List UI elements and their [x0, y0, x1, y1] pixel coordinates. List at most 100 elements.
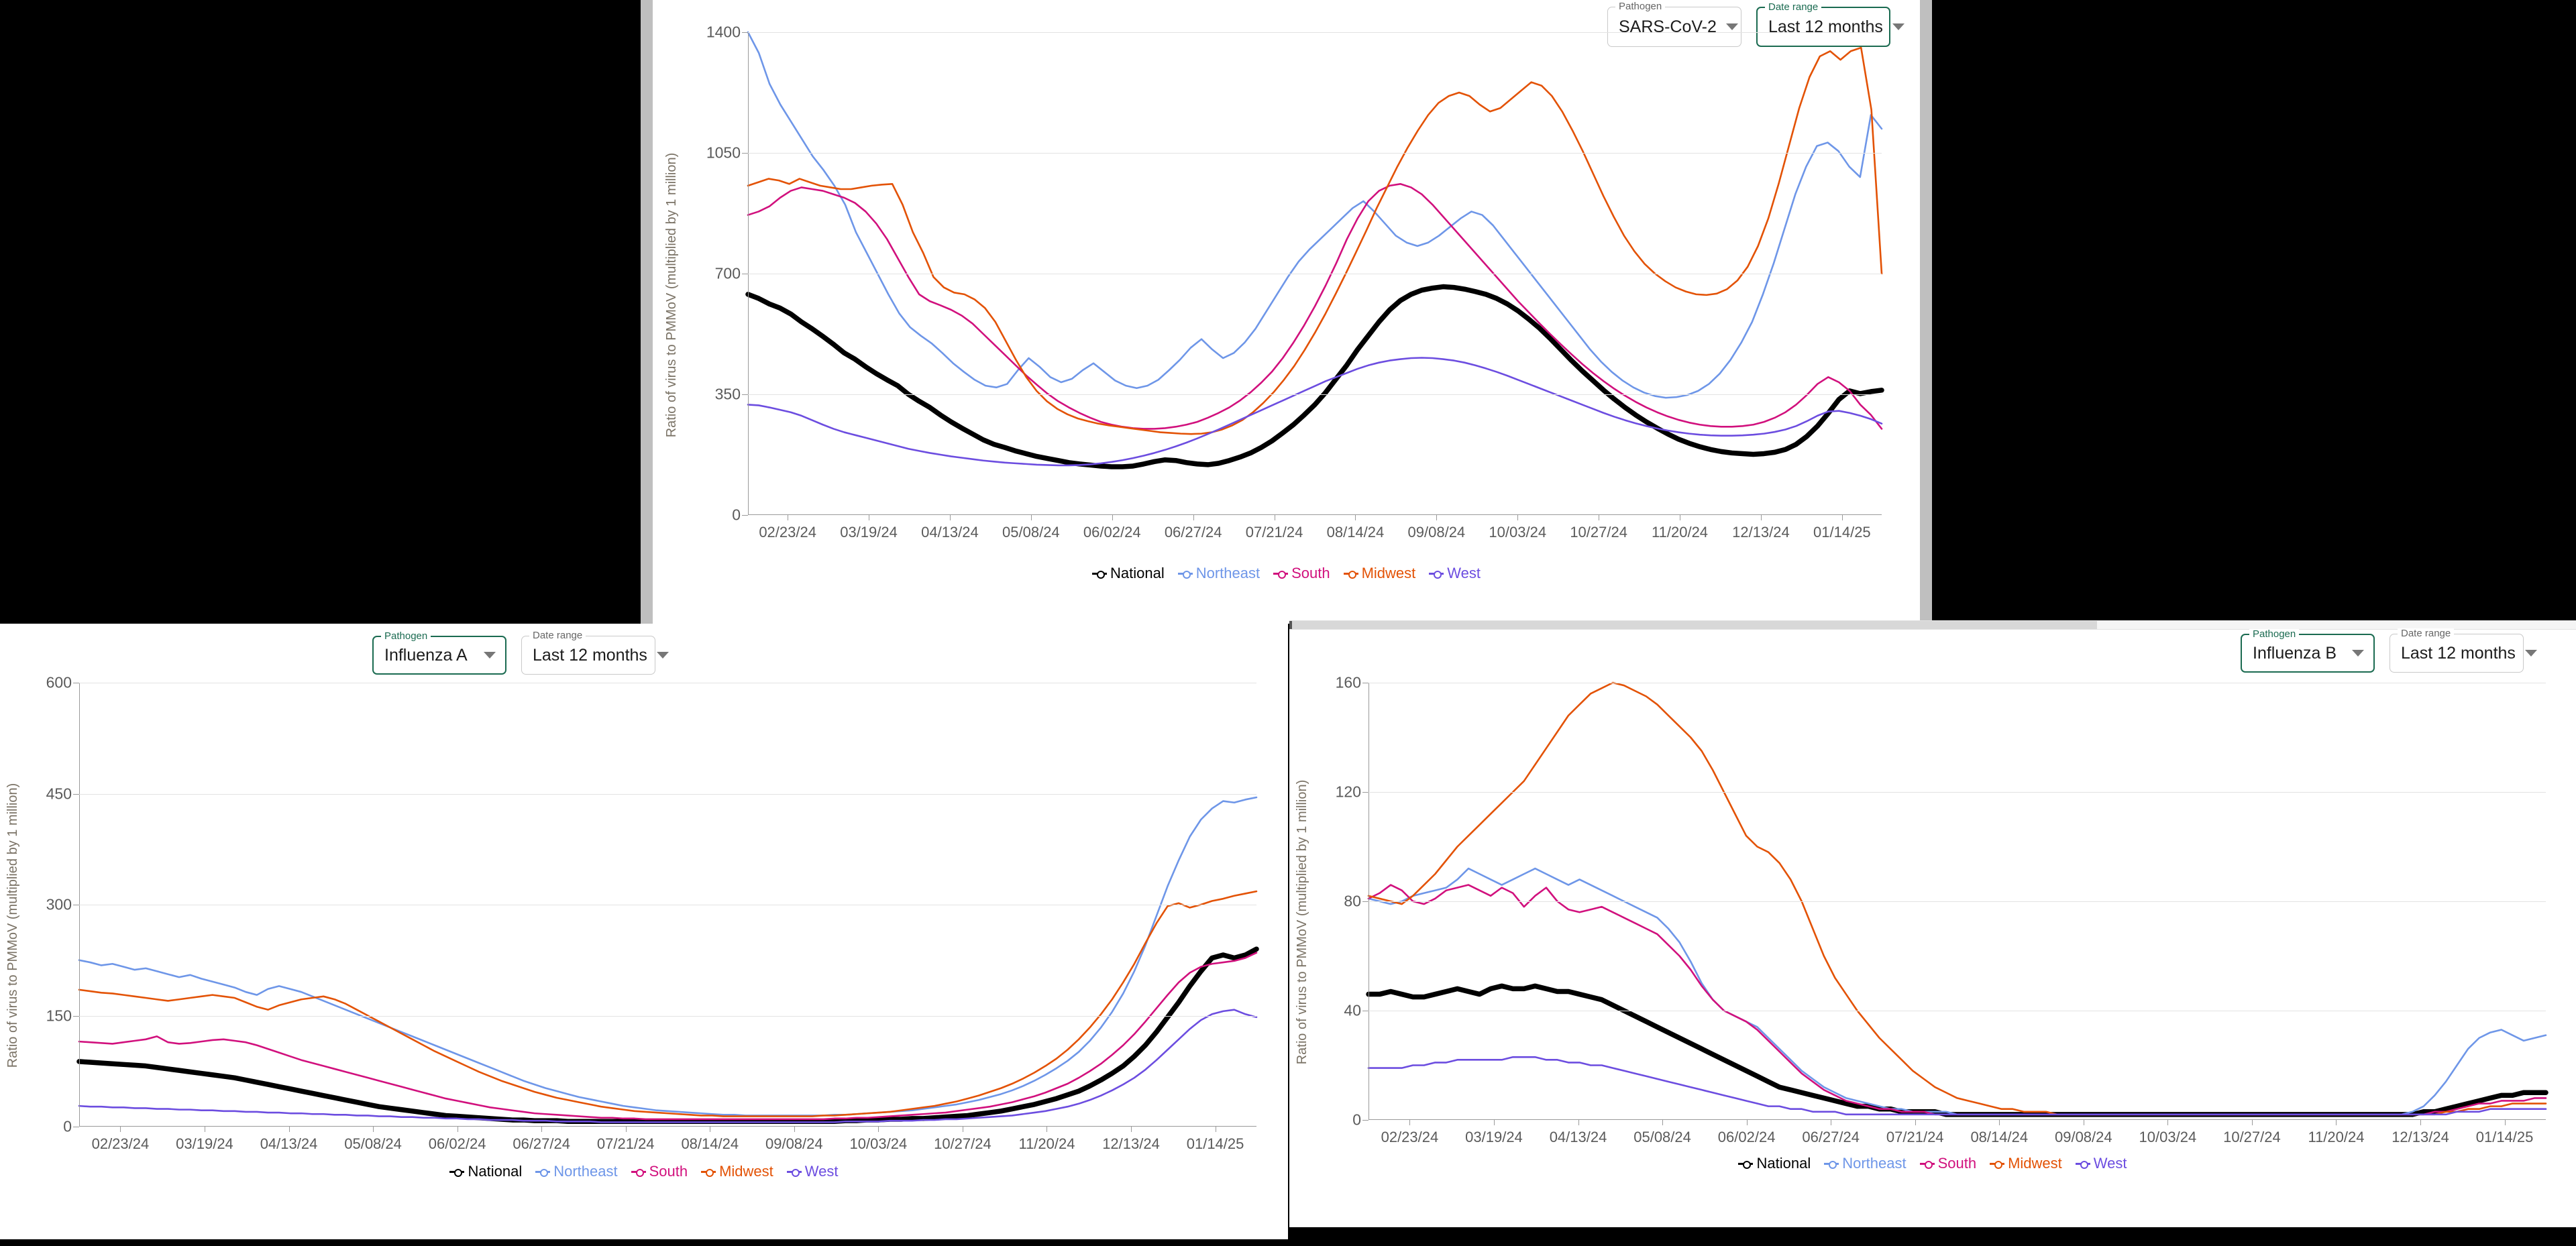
x-axis-tick-mark	[1046, 1127, 1048, 1132]
x-axis-tick-label: 12/13/24	[1732, 524, 1790, 541]
series-line-midwest	[747, 46, 1883, 435]
legend-item-label: West	[2093, 1155, 2127, 1172]
legend-item-northeast[interactable]: Northeast	[535, 1163, 618, 1180]
x-axis-tick-mark	[1915, 1120, 1916, 1125]
pathogen-select-value-flua: Influenza A	[384, 645, 468, 665]
panel-flub-horizontal-scrollbar[interactable]	[1289, 620, 2576, 630]
x-axis-tick-label: 06/02/24	[428, 1135, 486, 1152]
x-axis-tick-label: 08/14/24	[1970, 1129, 2029, 1145]
legend-item-south[interactable]: South	[1919, 1155, 1976, 1172]
date-range-select-flua[interactable]: Date range Last 12 months	[521, 630, 669, 675]
legend-item-national[interactable]: National	[449, 1163, 522, 1180]
x-axis-tick-label: 06/02/24	[1083, 524, 1141, 541]
legend-marker-icon	[1343, 569, 1358, 579]
legend-marker-icon	[449, 1168, 465, 1177]
y-axis-tick-label: 600	[46, 673, 72, 691]
gridline	[79, 793, 1256, 795]
legend-item-west[interactable]: West	[2075, 1155, 2127, 1172]
panel-sars-left-scrollbar[interactable]	[641, 0, 653, 624]
legend-item-south[interactable]: South	[631, 1163, 688, 1180]
x-axis-tick-label: 01/14/25	[1186, 1135, 1244, 1152]
x-axis-tick-mark	[1355, 515, 1356, 520]
x-axis-tick-mark	[1578, 1120, 1579, 1125]
y-axis-tick-label: 450	[46, 785, 72, 802]
panel-flub-controls: Pathogen Influenza B Date range Last 12 …	[2241, 628, 2537, 673]
x-axis-tick-label: 09/08/24	[2054, 1129, 2112, 1145]
series-line-west	[1367, 1056, 2547, 1116]
legend-item-label: Northeast	[1842, 1155, 1907, 1172]
y-axis-tick-label: 0	[732, 506, 741, 524]
x-axis-tick-label: 04/13/24	[1549, 1129, 1607, 1145]
series-line-south	[1367, 884, 2547, 1116]
y-axis-tick-mark	[73, 793, 79, 795]
legend-marker-icon	[1429, 569, 1444, 579]
x-axis-tick-mark	[373, 1127, 374, 1132]
chart-legend-sars: National Northeast South Midwest West	[641, 565, 1932, 582]
date-range-select-value-flua: Last 12 months	[533, 645, 647, 665]
panel-flub-scroll-thumb[interactable]	[1292, 621, 2097, 629]
legend-item-midwest[interactable]: Midwest	[701, 1163, 773, 1180]
panel-sars-cov-2: Pathogen SARS-CoV-2 Date range Last 12 m…	[641, 0, 1932, 624]
legend-item-west[interactable]: West	[1429, 565, 1481, 582]
x-axis-tick-label: 10/03/24	[849, 1135, 908, 1152]
legend-item-label: Midwest	[719, 1163, 773, 1180]
legend-item-northeast[interactable]: Northeast	[1824, 1155, 1907, 1172]
x-axis-tick-label: 10/03/24	[1489, 524, 1547, 541]
x-axis-tick-mark	[2251, 1120, 2253, 1125]
legend-item-south[interactable]: South	[1273, 565, 1330, 582]
y-axis-tick-mark	[742, 515, 748, 516]
series-line-west	[78, 1009, 1258, 1123]
legend-item-midwest[interactable]: Midwest	[1343, 565, 1415, 582]
chart-influenza-b: Ratio of virus to PMMoV (multiplied by 1…	[1295, 673, 2569, 1167]
x-axis-tick-mark	[2504, 1120, 2506, 1125]
gridline	[748, 32, 1882, 33]
x-axis-tick-label: 10/03/24	[2139, 1129, 2197, 1145]
legend-item-label: National	[1110, 565, 1165, 581]
date-range-select-flub[interactable]: Date range Last 12 months	[2390, 628, 2537, 673]
y-axis-tick-label: 40	[1344, 1001, 1361, 1019]
x-axis-tick-mark	[1746, 1120, 1748, 1125]
x-axis-tick-label: 12/13/24	[1102, 1135, 1160, 1152]
legend-item-national[interactable]: National	[1091, 565, 1165, 582]
x-axis-tick-label: 03/19/24	[176, 1135, 233, 1152]
legend-item-midwest[interactable]: Midwest	[1990, 1155, 2062, 1172]
x-axis-tick-label: 05/08/24	[344, 1135, 402, 1152]
pathogen-select-flub[interactable]: Pathogen Influenza B	[2241, 629, 2375, 673]
y-axis-tick-label: 80	[1344, 892, 1361, 910]
legend-item-national[interactable]: National	[1738, 1155, 1811, 1172]
chevron-down-icon	[2352, 650, 2364, 657]
date-range-select-label-sars: Date range	[1765, 2, 1822, 12]
x-axis-tick-label: 07/21/24	[1886, 1129, 1944, 1145]
y-axis-tick-mark	[742, 32, 748, 33]
y-axis-tick-label: 150	[46, 1007, 72, 1024]
x-axis-tick-label: 01/14/25	[2475, 1129, 2534, 1145]
gridline	[1368, 901, 2546, 902]
chevron-down-icon	[2524, 650, 2537, 657]
y-axis-tick-mark	[1362, 792, 1368, 793]
x-axis-tick-label: 05/08/24	[1002, 524, 1060, 541]
x-axis-line	[79, 1126, 1256, 1127]
x-axis-line	[748, 514, 1882, 515]
date-range-select-value-flub: Last 12 months	[2401, 643, 2516, 663]
y-axis-tick-mark	[742, 153, 748, 154]
x-axis-tick-mark	[1193, 515, 1194, 520]
y-axis-tick-label: 1400	[706, 23, 741, 41]
gridline	[1368, 792, 2546, 793]
x-axis-tick-mark	[1999, 1120, 2000, 1125]
legend-item-northeast[interactable]: Northeast	[1177, 565, 1260, 582]
y-axis-tick-label: 160	[1335, 673, 1361, 691]
panel-sars-right-scrollbar[interactable]	[1920, 0, 1932, 624]
legend-item-west[interactable]: West	[786, 1163, 839, 1180]
x-axis-tick-mark	[2420, 1120, 2422, 1125]
x-axis-tick-label: 11/20/24	[1018, 1135, 1075, 1152]
pathogen-select-label-sars: Pathogen	[1615, 1, 1666, 11]
pathogen-select-flua[interactable]: Pathogen Influenza A	[372, 631, 506, 675]
x-axis-tick-label: 02/23/24	[1381, 1129, 1439, 1145]
x-axis-tick-mark	[1493, 1120, 1495, 1125]
legend-item-label: South	[649, 1163, 688, 1180]
chevron-down-icon	[484, 652, 496, 659]
x-axis-tick-mark	[878, 1127, 879, 1132]
legend-marker-icon	[1990, 1159, 2005, 1169]
x-axis-tick-mark	[1760, 515, 1762, 520]
series-line-northeast	[78, 796, 1258, 1117]
